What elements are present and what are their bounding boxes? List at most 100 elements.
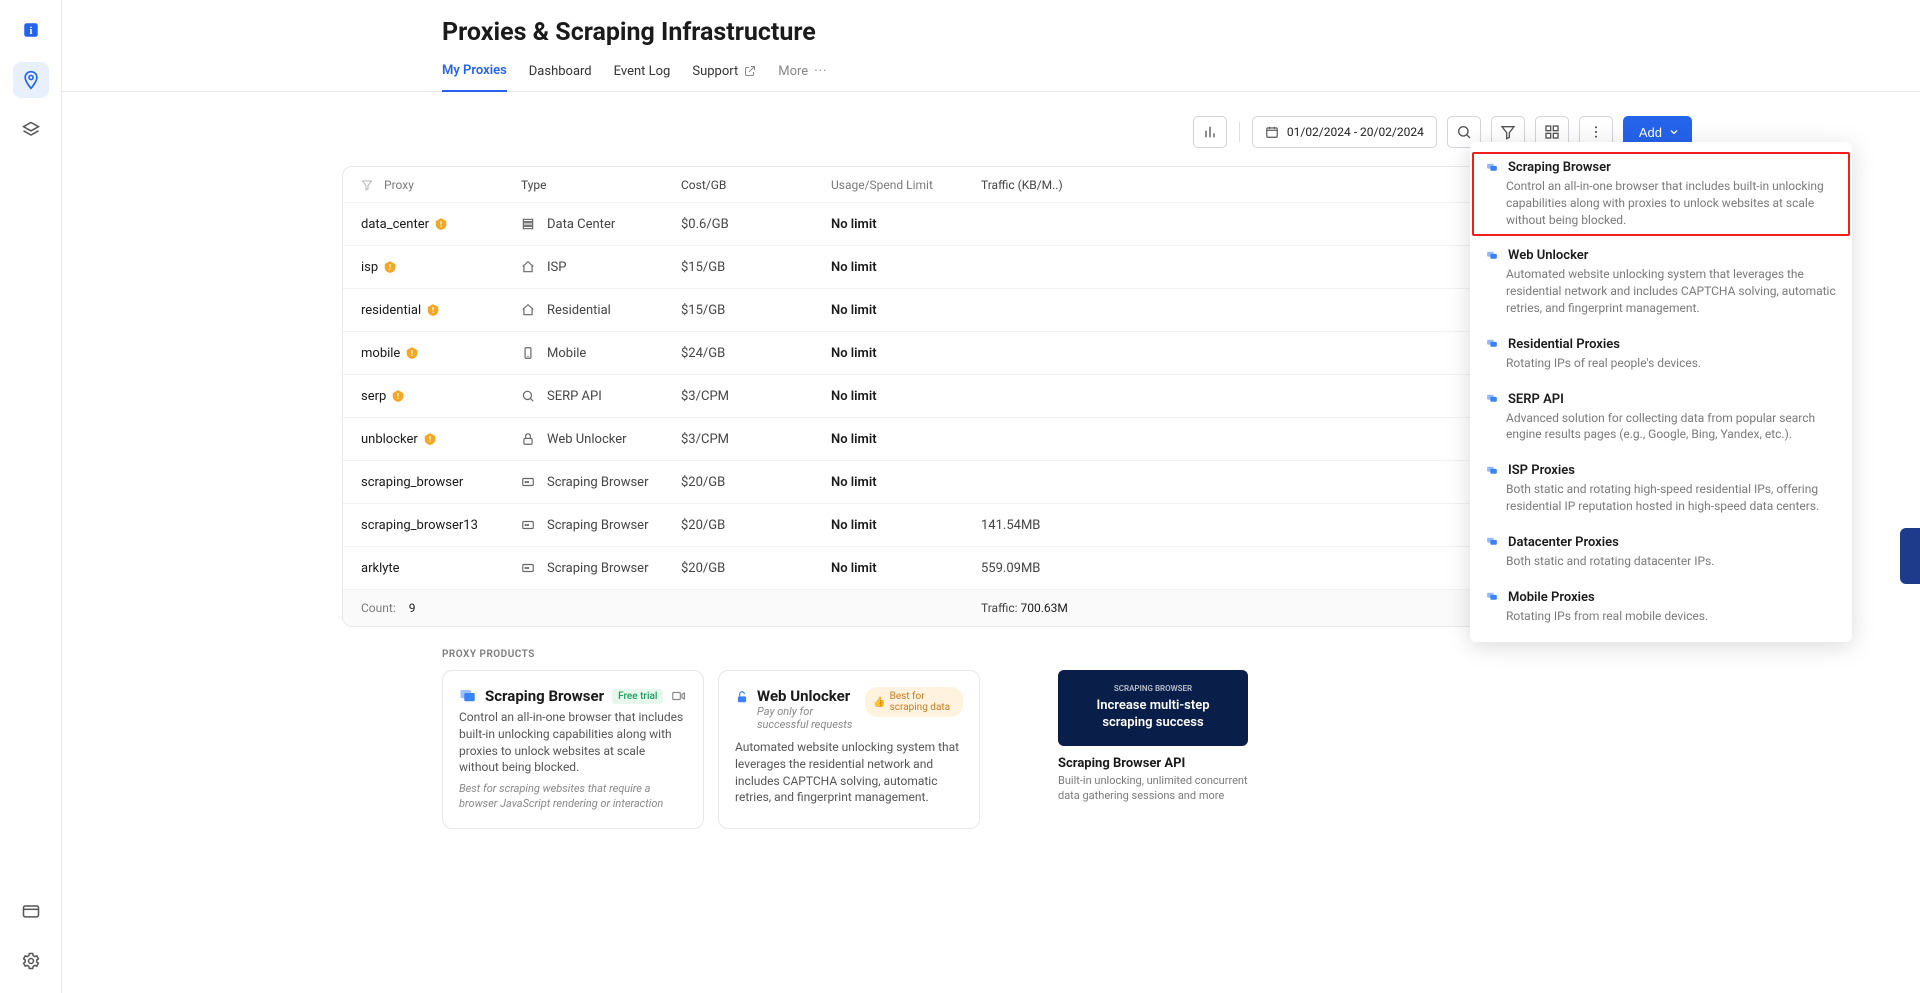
type-icon — [521, 475, 537, 489]
thumbs-up-icon: 👍 — [873, 697, 885, 708]
cost: $15/GB — [681, 303, 831, 318]
svg-text:i: i — [29, 26, 32, 37]
warning-icon — [423, 432, 437, 446]
accessibility-tab[interactable] — [1900, 528, 1920, 584]
unlock-icon — [735, 687, 749, 707]
dropdown-desc: Advanced solution for collecting data fr… — [1486, 410, 1836, 444]
tabs: My Proxies Dashboard Event Log Support M… — [62, 47, 1920, 92]
product-icon — [1486, 337, 1500, 351]
dropdown-desc: Rotating IPs of real people's devices. — [1486, 355, 1836, 372]
type-label: Scraping Browser — [547, 518, 648, 533]
ellipsis-icon: ··· — [814, 64, 827, 79]
page-title: Proxies & Scraping Infrastructure — [62, 0, 1920, 47]
warning-icon — [434, 217, 448, 231]
dropdown-item[interactable]: Scraping Browser Control an all-in-one br… — [1470, 150, 1852, 238]
type-label: Mobile — [547, 346, 586, 361]
type-label: Web Unlocker — [547, 432, 627, 447]
product-icon — [1486, 161, 1500, 175]
proxy-name: residential — [361, 303, 421, 318]
cost: $20/GB — [681, 475, 831, 490]
video-icon[interactable] — [671, 689, 685, 703]
tab-event-log[interactable]: Event Log — [614, 63, 671, 91]
promo-row: Scraping BrowserFree trial Control an al… — [62, 670, 1920, 829]
limit: No limit — [831, 432, 981, 447]
col-type[interactable]: Type — [521, 178, 681, 192]
type-icon — [521, 432, 537, 446]
traffic: 559.09MB — [981, 561, 1151, 576]
col-limit[interactable]: Usage/Spend Limit — [831, 178, 981, 192]
banner-image: SCRAPING BROWSER Increase multi-step scr… — [1058, 670, 1248, 746]
product-icon — [1486, 590, 1500, 604]
sidebar-info-icon[interactable]: i — [13, 12, 49, 48]
dropdown-desc: Control an all-in-one browser that inclu… — [1486, 178, 1836, 228]
tab-more[interactable]: More ··· — [778, 63, 827, 91]
sidebar-settings-icon[interactable] — [13, 943, 49, 979]
dropdown-desc: Automated website unlocking system that … — [1486, 266, 1836, 316]
sidebar-proxies-icon[interactable] — [13, 62, 49, 98]
warning-icon — [391, 389, 405, 403]
promo-desc: Control an all-in-one browser that inclu… — [459, 709, 687, 776]
tab-more-label: More — [778, 64, 808, 79]
dropdown-item[interactable]: SERP APIAdvanced solution for collecting… — [1470, 382, 1852, 454]
cost: $3/CPM — [681, 432, 831, 447]
warning-icon — [383, 260, 397, 274]
type-label: ISP — [547, 260, 566, 275]
type-label: Data Center — [547, 217, 615, 232]
divider — [1239, 122, 1240, 142]
proxy-name: data_center — [361, 217, 429, 232]
calendar-icon — [1265, 125, 1279, 139]
type-label: Scraping Browser — [547, 561, 648, 576]
promo-banner[interactable]: SCRAPING BROWSER Increase multi-step scr… — [1058, 670, 1248, 829]
proxy-name: scraping_browser — [361, 475, 463, 490]
proxy-name: arklyte — [361, 561, 400, 576]
col-cost[interactable]: Cost/GB — [681, 178, 831, 192]
type-icon — [521, 389, 537, 403]
dropdown-desc: Both static and rotating datacenter IPs. — [1486, 553, 1836, 570]
sidebar-layers-icon[interactable] — [13, 112, 49, 148]
banner-line2: scraping success — [1102, 715, 1203, 732]
limit: No limit — [831, 260, 981, 275]
dropdown-desc: Both static and rotating high-speed resi… — [1486, 481, 1836, 515]
warning-icon — [405, 346, 419, 360]
traffic: 141.54MB — [981, 518, 1151, 533]
dropdown-item[interactable]: Residential Proxies Rotating IPs of real … — [1470, 327, 1852, 382]
date-range-picker[interactable]: 01/02/2024 - 20/02/2024 — [1252, 116, 1437, 148]
product-icon — [1486, 249, 1500, 263]
proxy-name: unblocker — [361, 432, 418, 447]
banner-brand: SCRAPING BROWSER — [1114, 684, 1192, 694]
dropdown-item[interactable]: Datacenter ProxiesBoth static and rotati… — [1470, 525, 1852, 580]
dropdown-item[interactable]: ISP ProxiesBoth static and rotating high… — [1470, 453, 1852, 525]
chevron-down-icon — [1668, 126, 1680, 138]
dropdown-title: Scraping Browser — [1508, 160, 1611, 175]
promo-desc: Automated website unlocking system that … — [735, 739, 963, 806]
promo-scraping-browser[interactable]: Scraping BrowserFree trial Control an al… — [442, 670, 704, 829]
limit: No limit — [831, 518, 981, 533]
tab-dashboard[interactable]: Dashboard — [529, 63, 592, 91]
cost: $20/GB — [681, 561, 831, 576]
footer-traffic-label: Traffic: — [981, 601, 1018, 615]
banner-title: Scraping Browser API — [1058, 756, 1248, 771]
tab-my-proxies[interactable]: My Proxies — [442, 63, 507, 92]
chart-button[interactable] — [1193, 116, 1227, 148]
best-for-badge: 👍Best for scraping data — [865, 687, 963, 717]
limit: No limit — [831, 561, 981, 576]
promo-web-unlocker[interactable]: Web UnlockerPay only for successful requ… — [718, 670, 980, 829]
limit: No limit — [831, 475, 981, 490]
promo-title: Scraping Browser — [485, 687, 604, 705]
product-icon — [1486, 535, 1500, 549]
warning-icon — [426, 303, 440, 317]
limit: No limit — [831, 389, 981, 404]
cost: $24/GB — [681, 346, 831, 361]
type-label: SERP API — [547, 389, 602, 404]
tab-support[interactable]: Support — [692, 63, 756, 91]
sidebar-billing-icon[interactable] — [13, 893, 49, 929]
dropdown-title: Residential Proxies — [1508, 337, 1620, 352]
dropdown-item[interactable]: Mobile ProxiesRotating IPs from real mob… — [1470, 580, 1852, 635]
proxy-name: scraping_browser13 — [361, 518, 478, 533]
dropdown-desc: Rotating IPs from real mobile devices. — [1486, 608, 1836, 625]
col-traffic[interactable]: Traffic (KB/M..) — [981, 178, 1151, 192]
dropdown-item[interactable]: Web UnlockerAutomated website unlocking … — [1470, 238, 1852, 326]
col-proxy[interactable]: Proxy — [384, 178, 414, 192]
product-icon — [1486, 464, 1500, 478]
type-label: Scraping Browser — [547, 475, 648, 490]
